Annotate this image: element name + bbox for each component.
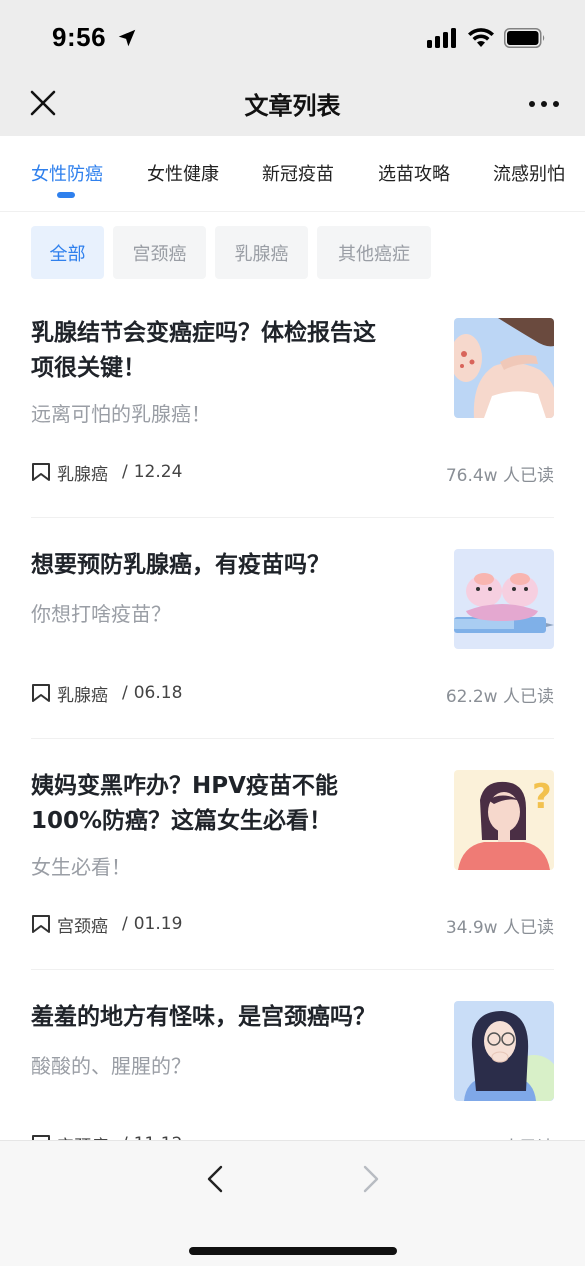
read-count: 76.4w 人已读 bbox=[445, 466, 554, 486]
read-count: 62.2w 人已读 bbox=[445, 687, 554, 707]
wifi-icon bbox=[468, 28, 494, 47]
article-subtitle: 酸酸的、腥腥的？ bbox=[31, 1054, 191, 1078]
more-icon[interactable] bbox=[524, 92, 564, 116]
article-thumbnail-vaccine bbox=[454, 549, 554, 649]
article-tag[interactable]: 乳腺癌 bbox=[57, 681, 108, 706]
bookmark-tag-icon bbox=[32, 463, 50, 481]
article-item[interactable]: 羞羞的地方有怪味，是宫颈癌吗？ 酸酸的、腥腥的？ 宫颈癌 / 11.12 27.… bbox=[0, 970, 585, 1158]
filter-breast-cancer[interactable]: 乳腺癌 bbox=[215, 226, 308, 279]
article-title: 想要预防乳腺癌，有疫苗吗？ bbox=[31, 548, 423, 583]
meta-separator: / bbox=[122, 914, 128, 934]
article-title: 乳腺结节会变癌症吗？体检报告这 项很关键！ bbox=[31, 316, 423, 386]
article-title-line: 羞羞的地方有怪味，是宫颈癌吗？ bbox=[31, 1004, 376, 1030]
article-subtitle: 你想打啥疫苗？ bbox=[31, 602, 171, 626]
svg-text:?: ? bbox=[532, 777, 552, 817]
chevron-right-icon bbox=[363, 1165, 379, 1193]
chevron-left-icon[interactable] bbox=[200, 1163, 232, 1195]
article-date: 01.19 bbox=[133, 914, 183, 934]
cellular-signal-icon bbox=[427, 28, 456, 48]
article-thumbnail-woman-smell bbox=[454, 1001, 554, 1101]
article-tag[interactable]: 宫颈癌 bbox=[57, 912, 108, 937]
article-meta: 乳腺癌 / 06.18 bbox=[31, 681, 183, 706]
article-date: 06.18 bbox=[133, 683, 183, 703]
article-title-line: 项很关键！ bbox=[31, 355, 146, 381]
home-indicator bbox=[189, 1247, 397, 1255]
tab-covid-vaccine[interactable]: 新冠疫苗 bbox=[262, 160, 334, 186]
article-title-line: 乳腺结节会变癌症吗？体检报告这 bbox=[31, 320, 376, 346]
meta-separator: / bbox=[122, 462, 128, 482]
category-tabs: 女性防癌 女性健康 新冠疫苗 选苗攻略 流感别怕 bbox=[0, 136, 585, 212]
article-title: 姨妈变黑咋办？HPV疫苗不能 100%防癌？这篇女生必看！ bbox=[31, 769, 423, 839]
article-item[interactable]: 姨妈变黑咋办？HPV疫苗不能 100%防癌？这篇女生必看！ 女生必看！ 宫颈癌 … bbox=[0, 739, 585, 970]
article-item[interactable]: 想要预防乳腺癌，有疫苗吗？ 你想打啥疫苗？ 乳腺癌 / 06.18 62.2w … bbox=[0, 518, 585, 739]
tab-women-cancer-prevention[interactable]: 女性防癌 bbox=[31, 160, 103, 186]
filter-all[interactable]: 全部 bbox=[31, 226, 104, 279]
page-title: 文章列表 bbox=[244, 92, 341, 120]
bookmark-tag-icon bbox=[32, 915, 50, 933]
article-tag[interactable]: 乳腺癌 bbox=[57, 460, 108, 485]
article-title-line: 姨妈变黑咋办？HPV疫苗不能 bbox=[31, 773, 338, 799]
article-meta: 宫颈癌 / 01.19 bbox=[31, 912, 183, 937]
article-title-line: 100%防癌？这篇女生必看！ bbox=[31, 808, 333, 834]
read-count: 34.9w 人已读 bbox=[445, 918, 554, 938]
article-thumbnail-woman-question: ? bbox=[454, 770, 554, 870]
article-title-line: 想要预防乳腺癌，有疫苗吗？ bbox=[31, 552, 330, 578]
article-date: 12.24 bbox=[133, 462, 183, 482]
filter-cervical-cancer[interactable]: 宫颈癌 bbox=[113, 226, 206, 279]
article-meta: 乳腺癌 / 12.24 bbox=[31, 460, 183, 485]
active-tab-indicator bbox=[57, 192, 75, 198]
top-header: 9:56 文章列表 bbox=[0, 0, 585, 136]
bottom-toolbar bbox=[0, 1140, 585, 1266]
article-title: 羞羞的地方有怪味，是宫颈癌吗？ bbox=[31, 1000, 423, 1035]
article-thumbnail-breast-exam bbox=[454, 318, 554, 418]
article-item[interactable]: 乳腺结节会变癌症吗？体检报告这 项很关键！ 远离可怕的乳腺癌！ 乳腺癌 / 12… bbox=[0, 300, 585, 518]
status-time: 9:56 bbox=[52, 22, 107, 52]
bookmark-tag-icon bbox=[32, 684, 50, 702]
tab-vaccine-guide[interactable]: 选苗攻略 bbox=[378, 160, 450, 186]
article-subtitle: 远离可怕的乳腺癌！ bbox=[31, 402, 211, 426]
meta-separator: / bbox=[122, 683, 128, 703]
tab-flu[interactable]: 流感别怕 bbox=[493, 160, 565, 186]
filter-other-cancer[interactable]: 其他癌症 bbox=[317, 226, 431, 279]
tab-women-health[interactable]: 女性健康 bbox=[147, 160, 219, 186]
filter-chips: 全部 宫颈癌 乳腺癌 其他癌症 bbox=[0, 226, 585, 280]
battery-icon bbox=[504, 28, 545, 48]
location-arrow-icon bbox=[118, 29, 136, 47]
article-subtitle: 女生必看！ bbox=[31, 855, 131, 879]
